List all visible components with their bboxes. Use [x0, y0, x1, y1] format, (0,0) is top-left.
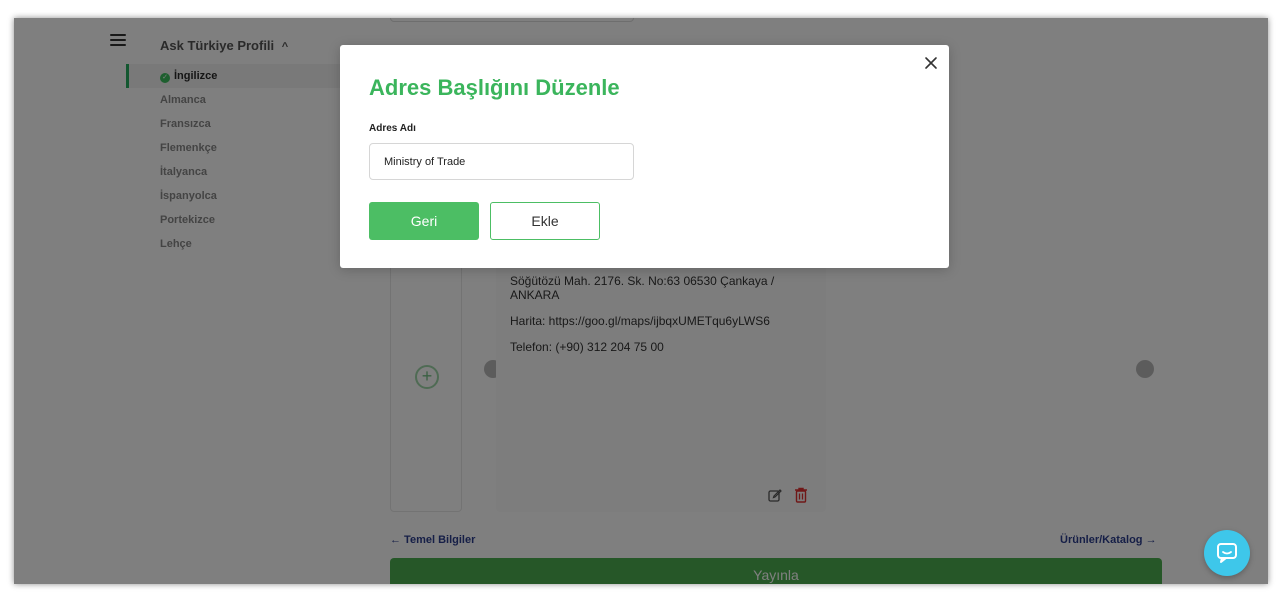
browser-frame: Ask Türkiye Profili ^ ✓İngilizce Almanca… [14, 18, 1268, 584]
edit-address-title-modal: Adres Başlığını Düzenle Adres Adı Geri E… [340, 45, 949, 268]
chat-widget-button[interactable] [1204, 530, 1250, 576]
chat-icon [1217, 543, 1237, 563]
modal-title: Adres Başlığını Düzenle [369, 75, 620, 100]
address-name-input[interactable] [369, 143, 634, 180]
app-page: Ask Türkiye Profili ^ ✓İngilizce Almanca… [14, 18, 1268, 584]
address-name-label: Adres Adı [369, 123, 416, 134]
add-button[interactable]: Ekle [490, 202, 600, 240]
back-button[interactable]: Geri [369, 202, 479, 240]
close-icon[interactable] [923, 55, 939, 71]
